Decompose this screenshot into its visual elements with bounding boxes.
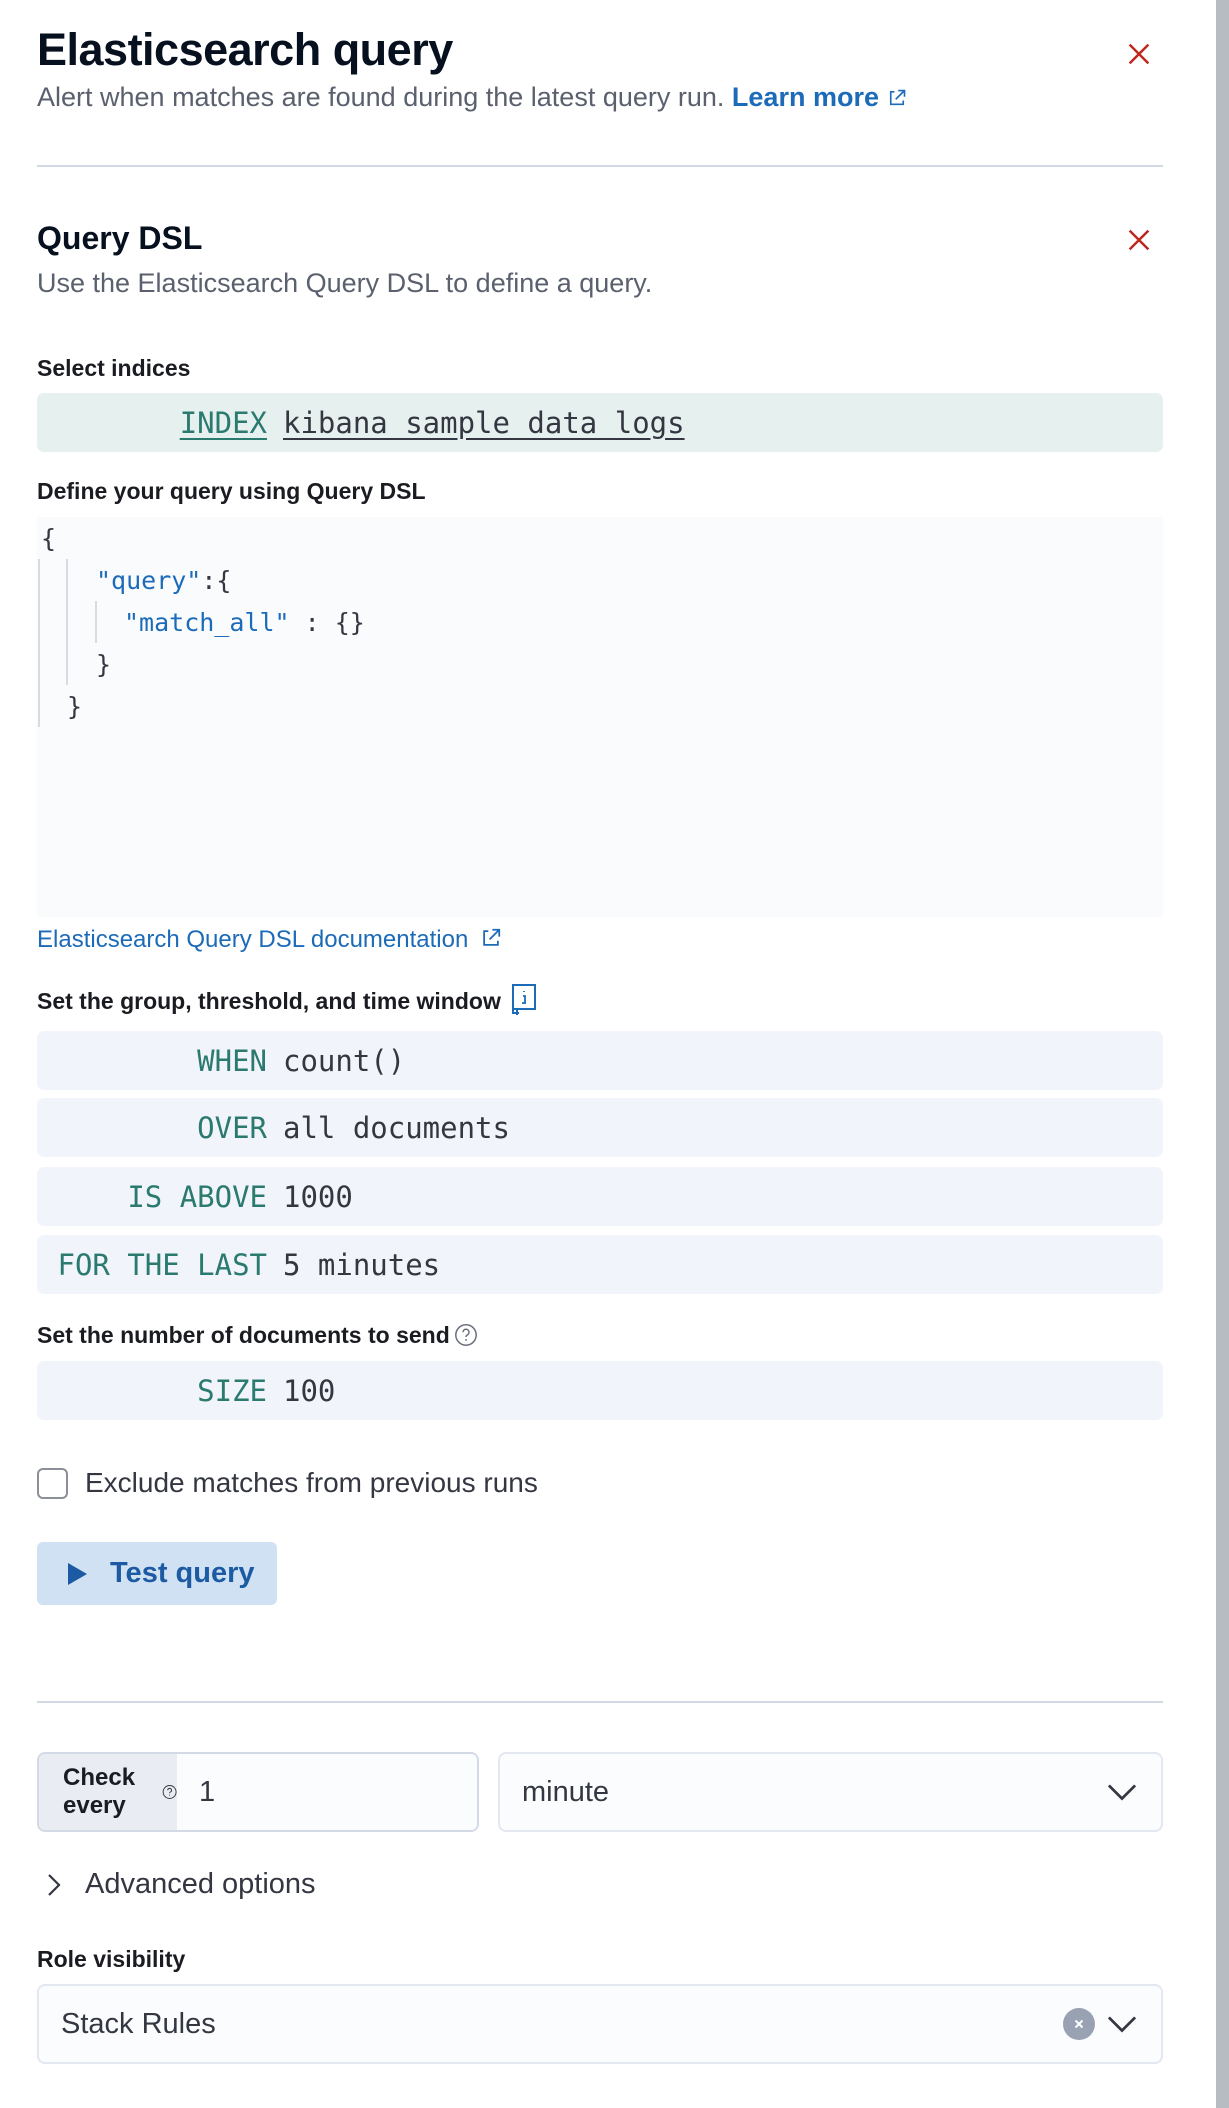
- chevron-down-icon: [1107, 1784, 1137, 1801]
- documentation-book-icon[interactable]: [511, 983, 537, 1015]
- code-line: "query":{: [96, 566, 231, 595]
- close-flyout-button[interactable]: [1124, 39, 1154, 69]
- is-above-keyword: IS ABOVE: [127, 1179, 267, 1214]
- is-above-value: 1000: [283, 1179, 353, 1214]
- threshold-for-the-last[interactable]: FOR THE LAST 5 minutes: [37, 1235, 1163, 1294]
- for-the-last-value: 5 minutes: [283, 1247, 441, 1282]
- query-dsl-docs-link[interactable]: Elasticsearch Query DSL documentation: [37, 926, 502, 954]
- chevron-down-icon[interactable]: [1107, 2014, 1137, 2034]
- code-key: "query": [96, 566, 202, 595]
- interval-unit-value: minute: [522, 1775, 610, 1808]
- for-the-last-keyword: FOR THE LAST: [57, 1247, 267, 1282]
- close-icon: [1128, 229, 1150, 251]
- when-value: count(): [283, 1043, 406, 1078]
- subtitle-text: Alert when matches are found during the …: [37, 82, 725, 112]
- check-interval-input[interactable]: [177, 1754, 477, 1830]
- help-icon[interactable]: [162, 1779, 177, 1805]
- test-query-label: Test query: [110, 1557, 255, 1589]
- query-dsl-editor[interactable]: { "query":{ "match_all" : {} } }: [37, 517, 1163, 917]
- threshold-when[interactable]: WHEN count(): [37, 1031, 1163, 1090]
- clear-selection-button[interactable]: [1063, 2008, 1095, 2040]
- external-link-icon: [483, 928, 501, 946]
- check-interval-unit-select[interactable]: minute: [498, 1752, 1163, 1832]
- size-keyword: SIZE: [197, 1373, 267, 1408]
- role-visibility-label: Role visibility: [37, 1946, 186, 1972]
- threshold-is-above[interactable]: IS ABOVE 1000: [37, 1167, 1163, 1226]
- exclude-matches-checkbox[interactable]: [37, 1468, 68, 1499]
- test-query-button[interactable]: Test query: [37, 1542, 277, 1605]
- threshold-label: Set the group, threshold, and time windo…: [37, 983, 537, 1015]
- when-keyword: WHEN: [197, 1043, 267, 1078]
- indent-guide: [95, 601, 97, 643]
- query-type-title: Query DSL: [37, 220, 203, 256]
- size-label-text: Set the number of documents to send: [37, 1322, 450, 1348]
- code-key: "match_all": [124, 608, 290, 637]
- chevron-right-icon: [48, 1873, 61, 1896]
- section-divider: [37, 1701, 1163, 1703]
- over-keyword: OVER: [197, 1110, 267, 1145]
- advanced-options-toggle[interactable]: Advanced options: [47, 1868, 316, 1901]
- role-visibility-select[interactable]: Stack Rules: [37, 1984, 1163, 2064]
- exclude-matches-label[interactable]: Exclude matches from previous runs: [85, 1467, 538, 1499]
- header-divider: [37, 165, 1163, 167]
- advanced-options-label: Advanced options: [85, 1868, 316, 1900]
- check-every-prepend: Check every: [39, 1754, 178, 1830]
- docs-link-label: Elasticsearch Query DSL documentation: [37, 926, 469, 953]
- clear-icon: [1074, 2019, 1084, 2029]
- threshold-over[interactable]: OVER all documents: [37, 1098, 1163, 1157]
- size-expression[interactable]: SIZE 100: [37, 1361, 1163, 1420]
- learn-more-label: Learn more: [731, 82, 879, 112]
- indent-guide: [38, 559, 40, 727]
- code-line: {: [41, 524, 57, 553]
- indent-guide: [66, 559, 68, 685]
- role-visibility-value: Stack Rules: [61, 2007, 216, 2040]
- query-type-description: Use the Elasticsearch Query DSL to defin…: [37, 268, 653, 298]
- code-rest: : {}: [289, 608, 365, 637]
- code-line: }: [67, 692, 83, 721]
- query-editor-label: Define your query using Query DSL: [37, 478, 426, 504]
- scrollbar[interactable]: [1216, 0, 1229, 2108]
- flyout-subtitle: Alert when matches are found during the …: [37, 82, 907, 113]
- index-value: kibana_sample_data_logs: [283, 405, 685, 440]
- help-icon[interactable]: [454, 1323, 478, 1347]
- size-value: 100: [283, 1373, 336, 1408]
- close-icon: [1128, 43, 1150, 65]
- threshold-label-text: Set the group, threshold, and time windo…: [37, 988, 501, 1014]
- select-indices-label: Select indices: [37, 355, 191, 381]
- over-value: all documents: [283, 1110, 510, 1145]
- learn-more-link[interactable]: Learn more: [732, 82, 907, 112]
- check-interval-group: Check every: [37, 1752, 479, 1832]
- code-line: "match_all" : {}: [124, 608, 365, 637]
- code-rest: :{: [201, 566, 232, 595]
- remove-query-type-button[interactable]: [1124, 225, 1154, 255]
- play-icon: [68, 1562, 87, 1585]
- code-line: }: [96, 650, 112, 679]
- index-keyword: INDEX: [179, 405, 267, 440]
- flyout-title: Elasticsearch query: [37, 24, 453, 75]
- size-label: Set the number of documents to send: [37, 1322, 478, 1349]
- index-selector[interactable]: INDEX kibana_sample_data_logs: [37, 393, 1163, 452]
- external-link-icon: [889, 89, 906, 106]
- check-every-label: Check every: [63, 1764, 136, 1819]
